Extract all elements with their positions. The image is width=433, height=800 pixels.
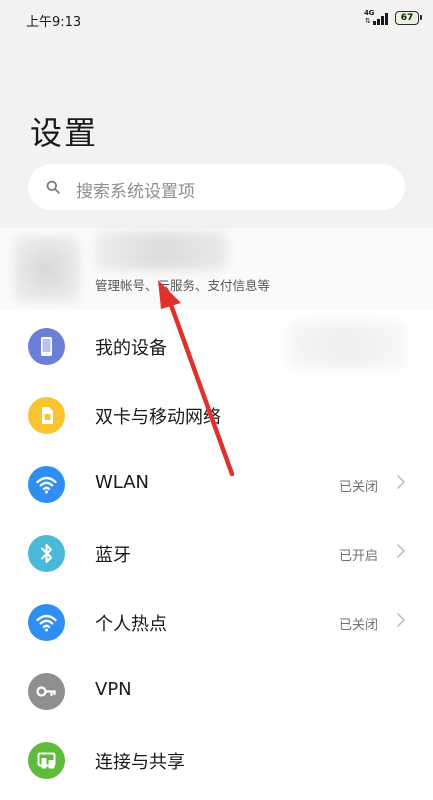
status-bar: 上午9:13 4G ⇅ 67 — [0, 0, 433, 38]
header-area: 上午9:13 4G ⇅ 67 设置 搜索系统设置项 — [0, 0, 433, 228]
search-input[interactable]: 搜索系统设置项 — [28, 164, 405, 210]
connection-share-icon — [28, 742, 65, 779]
row-label: VPN — [95, 679, 132, 700]
sim-card-icon — [28, 397, 65, 434]
chevron-right-icon — [397, 544, 405, 558]
bluetooth-icon — [28, 535, 65, 572]
list-item-connection-share[interactable]: 连接与共享 — [0, 726, 433, 795]
status-text: 已关闭 — [338, 618, 378, 633]
cellular-signal-icon: 4G ⇅ — [364, 9, 390, 26]
list-item-bluetooth[interactable]: 蓝牙 已开启 — [0, 519, 433, 588]
list-item-sim-network[interactable]: 双卡与移动网络 — [0, 381, 433, 450]
chevron-right-icon — [397, 613, 405, 627]
list-item-my-device[interactable]: 我的设备 — [0, 312, 433, 381]
account-name-blurred — [95, 232, 227, 270]
status-text: 已开启 — [338, 549, 378, 564]
row-label: 我的设备 — [95, 338, 167, 359]
row-label: 个人热点 — [95, 614, 167, 635]
signal-bars-icon — [373, 13, 388, 25]
row-label: 连接与共享 — [95, 752, 185, 773]
row-label: 双卡与移动网络 — [95, 407, 221, 428]
chevron-right-icon — [397, 475, 405, 489]
hotspot-icon — [28, 604, 65, 641]
status-indicators: 4G ⇅ 67 — [364, 9, 422, 26]
search-icon — [46, 180, 60, 194]
wifi-icon — [28, 466, 65, 503]
data-arrows-icon: ⇅ — [365, 17, 371, 25]
list-item-wlan[interactable]: WLAN 已关闭 — [0, 450, 433, 519]
list-item-vpn[interactable]: VPN — [0, 657, 433, 726]
phone-device-icon — [28, 328, 65, 365]
vpn-key-icon — [28, 673, 65, 710]
row-label: WLAN — [95, 472, 150, 493]
list-item-hotspot[interactable]: 个人热点 已关闭 — [0, 588, 433, 657]
settings-list: 我的设备 双卡与移动网络 WLAN 已关闭 蓝牙 已开启 个人热点 已关闭 VP… — [0, 312, 433, 795]
page-title: 设置 — [30, 114, 99, 152]
search-placeholder: 搜索系统设置项 — [76, 182, 195, 202]
status-text: 已关闭 — [338, 480, 378, 495]
account-row[interactable]: 管理帐号、云服务、支付信息等 — [0, 228, 433, 310]
account-subtitle: 管理帐号、云服务、支付信息等 — [95, 278, 271, 293]
battery-level: 67 — [400, 13, 414, 23]
avatar — [14, 236, 80, 302]
battery-icon: 67 — [395, 11, 422, 25]
row-label: 蓝牙 — [95, 545, 131, 566]
status-time: 上午9:13 — [26, 15, 82, 30]
